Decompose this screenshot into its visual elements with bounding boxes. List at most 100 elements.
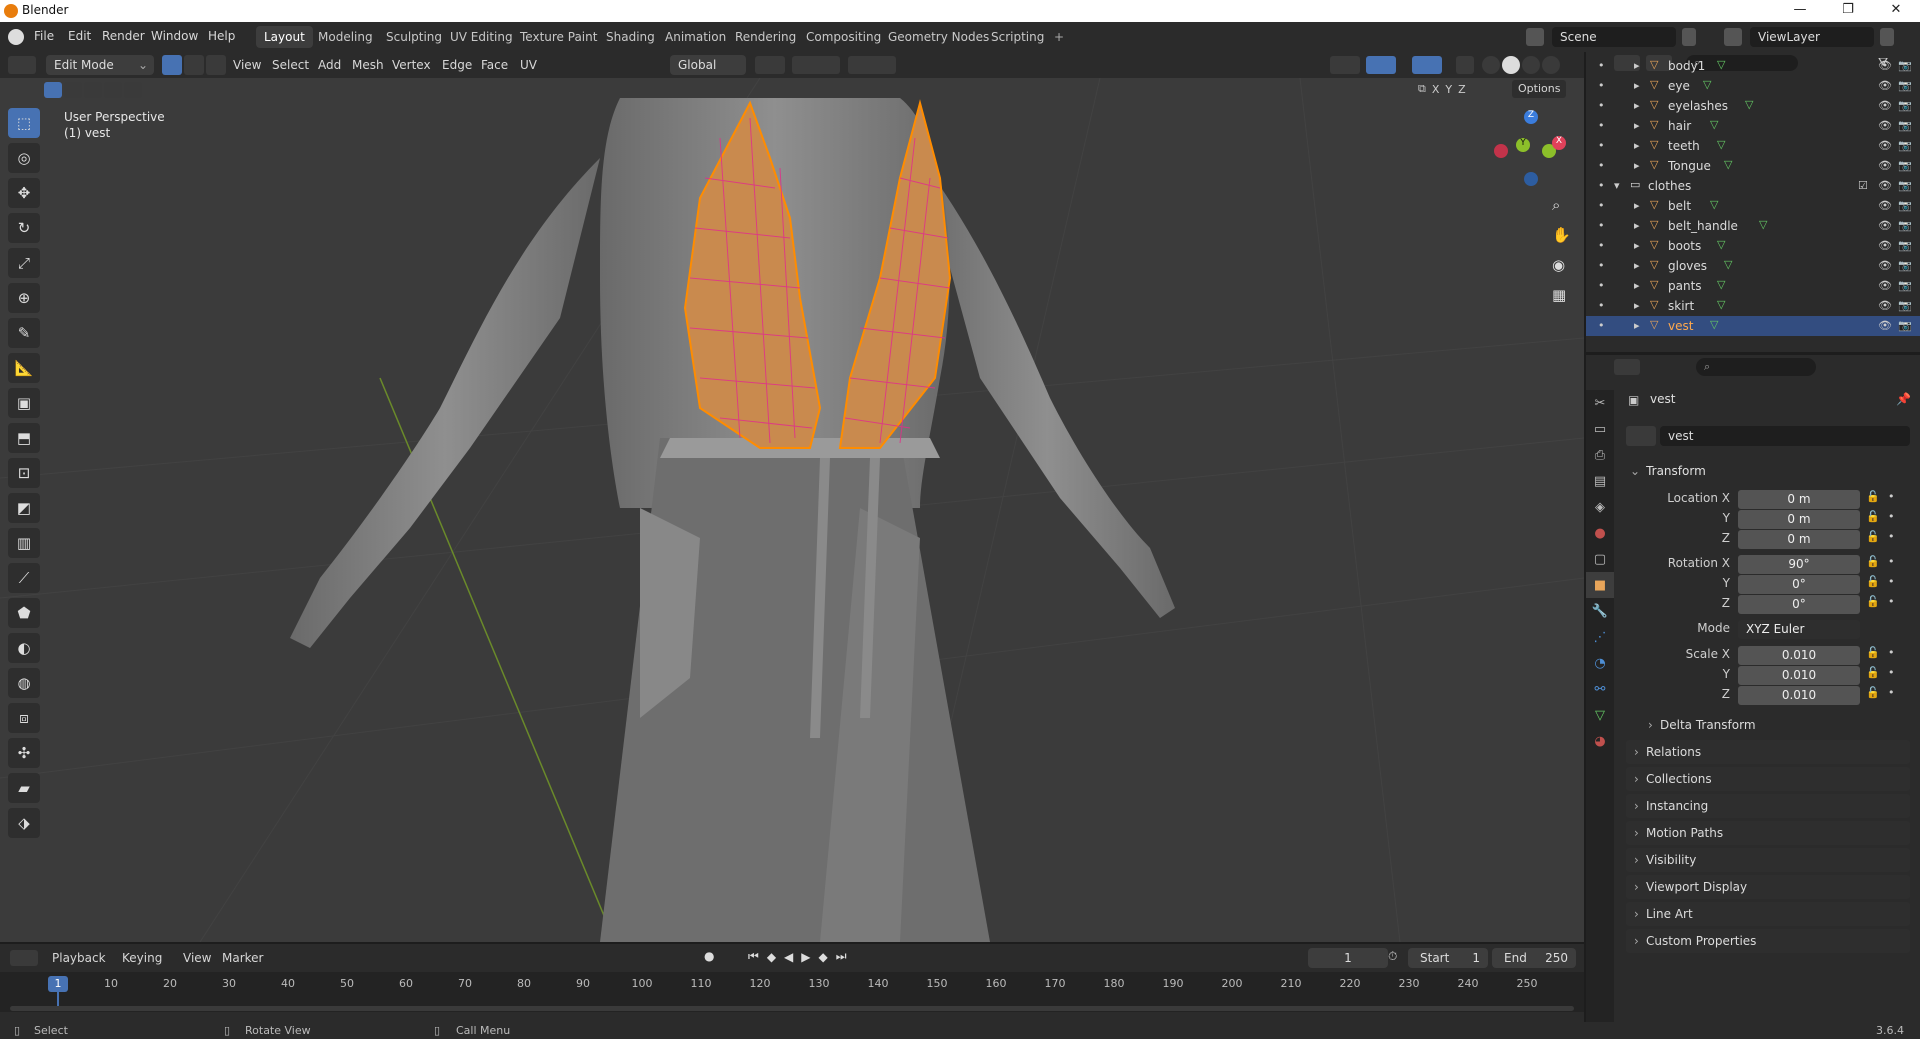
jump-start-icon[interactable]: ⏮ (748, 949, 759, 964)
cursor-tool-icon[interactable]: ◎ (8, 143, 40, 173)
visibility-eye-icon[interactable]: 👁 (1878, 179, 1892, 192)
mesh-data-icon[interactable]: ▽ (1717, 58, 1725, 71)
gizmo-toggle-icon[interactable] (1366, 56, 1396, 74)
new-scene-icon[interactable] (1682, 28, 1696, 46)
panel-delta-transform[interactable]: Delta Transform (1640, 713, 1910, 737)
stopwatch-icon[interactable]: ⏱ (1388, 949, 1397, 964)
rotate-tool-icon[interactable]: ↻ (8, 213, 40, 243)
spin-tool-icon[interactable]: ◐ (8, 633, 40, 663)
render-camera-icon[interactable]: 📷 (1898, 139, 1912, 152)
mesh-data-icon[interactable]: ▽ (1717, 138, 1725, 151)
keyframe-dot-icon[interactable]: • (1888, 555, 1895, 568)
expand-arrow-icon[interactable]: ▸ (1634, 199, 1640, 212)
menu-edit[interactable]: Edit (68, 29, 91, 43)
material-tab-icon[interactable]: ◕ (1586, 728, 1614, 754)
transform-panel-header[interactable]: ⌄ Transform (1630, 460, 1910, 482)
mirror-y[interactable]: Y (1445, 83, 1452, 96)
mesh-data-icon[interactable]: ▽ (1724, 258, 1732, 271)
menu-uv[interactable]: UV (520, 55, 537, 75)
annotate-tool-icon[interactable]: ✎ (8, 318, 40, 348)
editor-type-icon[interactable] (1614, 359, 1640, 375)
expand-arrow-icon[interactable]: ▸ (1634, 219, 1640, 232)
scale-x-field[interactable]: 0.010 (1738, 646, 1860, 665)
rotation-x-field[interactable]: 90° (1738, 555, 1860, 574)
menu-marker[interactable]: Marker (222, 951, 263, 965)
outliner-row-eye[interactable]: • ▸ ▽ eye ▽ 👁 📷 (1586, 76, 1920, 96)
play-icon[interactable]: ▶ (801, 950, 810, 964)
outliner-row-vest[interactable]: • ▸ ▽ vest ▽ 👁 📷 (1586, 316, 1920, 336)
scene-icon[interactable] (1526, 28, 1544, 46)
maximize-button[interactable]: ❐ (1828, 2, 1868, 20)
timeline-scrollbar[interactable] (10, 1006, 1574, 1011)
expand-arrow-icon[interactable]: ▸ (1634, 299, 1640, 312)
solid-shading-icon[interactable] (1502, 56, 1520, 74)
panel-motion-paths[interactable]: Motion Paths (1626, 821, 1910, 845)
options-dropdown[interactable]: Options (1512, 80, 1567, 98)
menu-help[interactable]: Help (208, 29, 235, 43)
rotation-z-field[interactable]: 0° (1738, 595, 1860, 614)
lock-icon[interactable]: 🔓 (1866, 555, 1880, 568)
expand-arrow-icon[interactable]: ▸ (1634, 79, 1640, 92)
next-keyframe-icon[interactable]: ◆ (819, 950, 828, 964)
visibility-eye-icon[interactable]: 👁 (1878, 119, 1892, 132)
add-workspace-button[interactable]: + (1046, 26, 1072, 48)
lock-icon[interactable]: 🔓 (1866, 510, 1880, 523)
scale-z-field[interactable]: 0.010 (1738, 686, 1860, 705)
panel-relations[interactable]: Relations (1626, 740, 1910, 764)
move-tool-icon[interactable]: ✥ (8, 178, 40, 208)
render-camera-icon[interactable]: 📷 (1898, 239, 1912, 252)
tab-compositing[interactable]: Compositing (798, 26, 889, 48)
shrink-fatten-tool-icon[interactable]: ✣ (8, 738, 40, 768)
select-invert-icon[interactable] (104, 82, 122, 98)
outliner-row-pants[interactable]: • ▸ ▽ pants ▽ 👁 📷 (1586, 276, 1920, 296)
panel-viewport-display[interactable]: Viewport Display (1626, 875, 1910, 899)
xray-icon[interactable] (1456, 56, 1474, 74)
add-cube-tool-icon[interactable]: ▣ (8, 388, 40, 418)
transform-orientation-dropdown[interactable]: Global (670, 55, 746, 75)
minimize-button[interactable]: — (1780, 2, 1820, 20)
blender-menu-icon[interactable] (8, 29, 24, 45)
face-select-icon[interactable] (206, 55, 226, 75)
shear-tool-icon[interactable]: ▰ (8, 773, 40, 803)
select-subtract-icon[interactable] (84, 82, 102, 98)
mesh-data-icon[interactable]: ▽ (1745, 98, 1753, 111)
mesh-data-icon[interactable]: ▽ (1717, 298, 1725, 311)
lock-icon[interactable]: 🔓 (1866, 646, 1880, 659)
camera-view-icon[interactable]: ◉ (1552, 256, 1565, 274)
visibility-eye-icon[interactable]: 👁 (1878, 319, 1892, 332)
poly-build-tool-icon[interactable]: ⬟ (8, 598, 40, 628)
visibility-eye-icon[interactable]: 👁 (1878, 59, 1892, 72)
3d-viewport[interactable]: User Perspective (1) vest ⧉ X Y Z Option… (0, 78, 1584, 942)
tool-tab-icon[interactable]: ✂ (1586, 390, 1614, 416)
outliner-row-boots[interactable]: • ▸ ▽ boots ▽ 👁 📷 (1586, 236, 1920, 256)
keyframe-dot-icon[interactable]: • (1888, 686, 1895, 699)
render-camera-icon[interactable]: 📷 (1898, 179, 1912, 192)
menu-keying[interactable]: Keying (122, 951, 162, 965)
panel-visibility[interactable]: Visibility (1626, 848, 1910, 872)
proportional-editing-icon[interactable] (848, 56, 896, 74)
mirror-x[interactable]: X (1432, 83, 1440, 96)
tab-uv-editing[interactable]: UV Editing (442, 26, 521, 48)
menu-file[interactable]: File (34, 29, 54, 43)
render-camera-icon[interactable]: 📷 (1898, 199, 1912, 212)
current-frame-field[interactable]: 1 (1308, 948, 1388, 968)
render-camera-icon[interactable]: 📷 (1898, 259, 1912, 272)
tab-layout[interactable]: Layout (256, 26, 313, 48)
expand-arrow-icon[interactable]: ▸ (1634, 279, 1640, 292)
lock-icon[interactable]: 🔓 (1866, 530, 1880, 543)
pin-icon[interactable]: 📌 (1896, 392, 1911, 406)
visibility-eye-icon[interactable]: 👁 (1878, 199, 1892, 212)
expand-arrow-icon[interactable]: ▸ (1634, 239, 1640, 252)
render-camera-icon[interactable]: 📷 (1898, 119, 1912, 132)
navigation-gizmo[interactable]: Z Y X (1494, 108, 1568, 188)
menu-edge[interactable]: Edge (442, 55, 472, 75)
visibility-eye-icon[interactable]: 👁 (1878, 79, 1892, 92)
record-icon[interactable]: ● (704, 949, 714, 963)
lock-icon[interactable]: 🔓 (1866, 686, 1880, 699)
outliner-row-Tongue[interactable]: • ▸ ▽ Tongue ▽ 👁 📷 (1586, 156, 1920, 176)
visibility-eye-icon[interactable]: 👁 (1878, 99, 1892, 112)
end-frame-field[interactable]: End 250 (1492, 948, 1576, 968)
menu-timeline-view[interactable]: View (183, 951, 211, 965)
edge-select-icon[interactable] (184, 55, 204, 75)
tab-texture-paint[interactable]: Texture Paint (512, 26, 605, 48)
